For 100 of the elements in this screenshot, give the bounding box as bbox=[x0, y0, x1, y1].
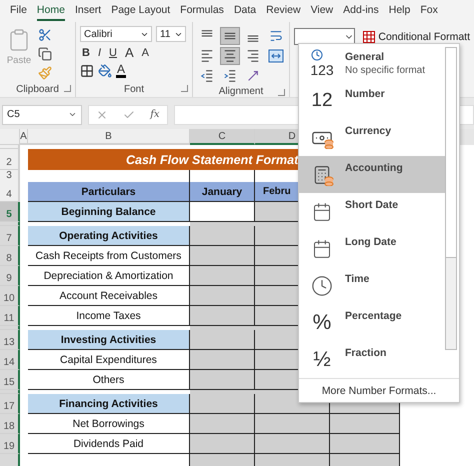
table-cell[interactable] bbox=[190, 266, 255, 286]
menu-item[interactable]: Time bbox=[299, 267, 445, 304]
table-cell[interactable] bbox=[330, 414, 400, 434]
row-header[interactable]: 15 bbox=[0, 370, 20, 390]
calendar-icon bbox=[312, 202, 332, 222]
menu-item[interactable]: Accounting bbox=[299, 156, 445, 193]
table-cell[interactable] bbox=[190, 326, 255, 330]
alignment-button[interactable] bbox=[266, 47, 286, 65]
table-cell[interactable] bbox=[190, 350, 255, 370]
table-cell[interactable] bbox=[190, 390, 255, 394]
alignment-button[interactable] bbox=[220, 47, 240, 65]
ribbon-tab[interactable]: Formulas bbox=[180, 1, 224, 21]
row-header[interactable]: 19 bbox=[0, 434, 20, 454]
ribbon-tab[interactable]: Add-ins bbox=[343, 1, 379, 21]
row-header[interactable]: 4 bbox=[0, 182, 20, 202]
insert-function-button[interactable]: fx bbox=[150, 109, 160, 120]
menu-item[interactable]: ½ Fraction bbox=[299, 341, 445, 378]
menu-item[interactable]: Long Date bbox=[299, 230, 445, 267]
row-header[interactable]: 17 bbox=[0, 394, 20, 414]
column-header[interactable]: B bbox=[28, 129, 190, 145]
ribbon-tab[interactable]: Review bbox=[266, 1, 301, 21]
menu-item[interactable]: 12 Number bbox=[299, 82, 445, 119]
name-box[interactable]: C5 bbox=[2, 104, 82, 124]
table-cell[interactable] bbox=[190, 222, 255, 226]
table-cell: Income Taxes bbox=[28, 306, 190, 326]
table-cell[interactable] bbox=[330, 434, 400, 454]
calculator-icon bbox=[312, 164, 332, 184]
grow-font-button[interactable]: A bbox=[122, 45, 136, 60]
menu-item-label: Time bbox=[345, 273, 370, 285]
table-cell[interactable] bbox=[255, 434, 330, 454]
table-cell: Depreciation & Amortization bbox=[28, 266, 190, 286]
center-icon bbox=[223, 49, 237, 63]
row-header[interactable]: 10 bbox=[0, 286, 20, 306]
launcher-icon[interactable] bbox=[181, 85, 188, 92]
group-label: Clipboard bbox=[16, 84, 59, 94]
row-header[interactable]: 18 bbox=[0, 414, 20, 434]
alignment-button[interactable] bbox=[220, 27, 240, 45]
ribbon-tab[interactable]: Page Layout bbox=[111, 1, 170, 21]
table-cell[interactable] bbox=[190, 394, 255, 414]
menu-item-label: General bbox=[345, 51, 386, 63]
table-cell[interactable] bbox=[190, 330, 255, 350]
fill-color-icon[interactable] bbox=[98, 64, 112, 78]
font-style-button[interactable]: U bbox=[107, 46, 119, 58]
menu-item-label: Number bbox=[345, 88, 386, 100]
menu-item[interactable]: 123 General No specific format bbox=[299, 45, 445, 82]
table-cell: Cash Receipts from Customers bbox=[28, 246, 190, 266]
table-cell[interactable] bbox=[255, 414, 330, 434]
table-cell[interactable] bbox=[190, 434, 255, 454]
font-size-field[interactable]: 11 bbox=[156, 26, 186, 42]
column-header[interactable]: C bbox=[190, 129, 255, 145]
ribbon-tab[interactable]: View bbox=[310, 1, 334, 21]
launcher-icon[interactable] bbox=[64, 85, 71, 92]
launcher-icon[interactable] bbox=[278, 89, 285, 96]
indent-icon bbox=[223, 69, 237, 83]
font-name-field[interactable]: Calibri bbox=[80, 26, 152, 42]
font-style-button[interactable]: B bbox=[80, 46, 92, 58]
table-cell: Others bbox=[28, 370, 190, 390]
row-header[interactable]: 8 bbox=[0, 246, 20, 266]
section-cell: Beginning Balance bbox=[28, 202, 190, 222]
more-formats-link[interactable]: More Number Formats... bbox=[299, 378, 459, 402]
ribbon-tab[interactable]: Fox bbox=[420, 1, 438, 21]
table-cell[interactable] bbox=[190, 370, 255, 390]
menu-item-label: Short Date bbox=[345, 199, 400, 211]
ribbon-tab[interactable]: Help bbox=[388, 1, 410, 21]
row-header[interactable]: 3 bbox=[0, 170, 20, 183]
ribbon-tab[interactable]: Data bbox=[234, 1, 256, 21]
ribbon-tab[interactable]: File bbox=[10, 1, 27, 21]
ribbon-tab[interactable]: Insert bbox=[74, 1, 102, 21]
table-header-cell: Particulars bbox=[28, 182, 190, 202]
table-cell[interactable] bbox=[190, 226, 255, 246]
group-label: Alignment bbox=[218, 86, 264, 96]
scrollbar[interactable] bbox=[445, 47, 457, 350]
table-cell[interactable] bbox=[190, 286, 255, 306]
merge-cells-icon bbox=[268, 49, 284, 63]
row-header[interactable]: 11 bbox=[0, 306, 20, 326]
table-cell: Account Receivables bbox=[28, 286, 190, 306]
column-header[interactable]: A bbox=[20, 129, 28, 145]
table-cell[interactable] bbox=[190, 246, 255, 266]
copy-icon[interactable] bbox=[38, 47, 52, 61]
menu-item-label: Long Date bbox=[345, 236, 398, 248]
clock-icon bbox=[311, 274, 333, 296]
row-header[interactable]: 9 bbox=[0, 266, 20, 286]
borders-icon[interactable] bbox=[80, 64, 94, 78]
font-style-button[interactable]: I bbox=[96, 46, 104, 58]
coins-icon bbox=[324, 139, 334, 149]
font-color-button[interactable]: A bbox=[116, 63, 126, 78]
table-cell[interactable] bbox=[190, 306, 255, 326]
left-icon bbox=[200, 49, 214, 63]
shrink-font-button[interactable]: A bbox=[140, 46, 151, 58]
wrap-text-icon bbox=[269, 29, 283, 43]
row-header[interactable]: 14 bbox=[0, 350, 20, 370]
right-icon bbox=[246, 49, 260, 63]
table-cell[interactable] bbox=[190, 414, 255, 434]
row-header[interactable]: 2 bbox=[0, 149, 20, 170]
row-header[interactable]: 7 bbox=[0, 226, 20, 246]
table-cell[interactable] bbox=[190, 202, 255, 222]
format-glyph: 123 bbox=[310, 62, 334, 76]
menu-item[interactable]: % Percentage bbox=[299, 304, 445, 341]
cut-icon[interactable] bbox=[38, 28, 52, 42]
row-header[interactable]: 13 bbox=[0, 330, 20, 350]
